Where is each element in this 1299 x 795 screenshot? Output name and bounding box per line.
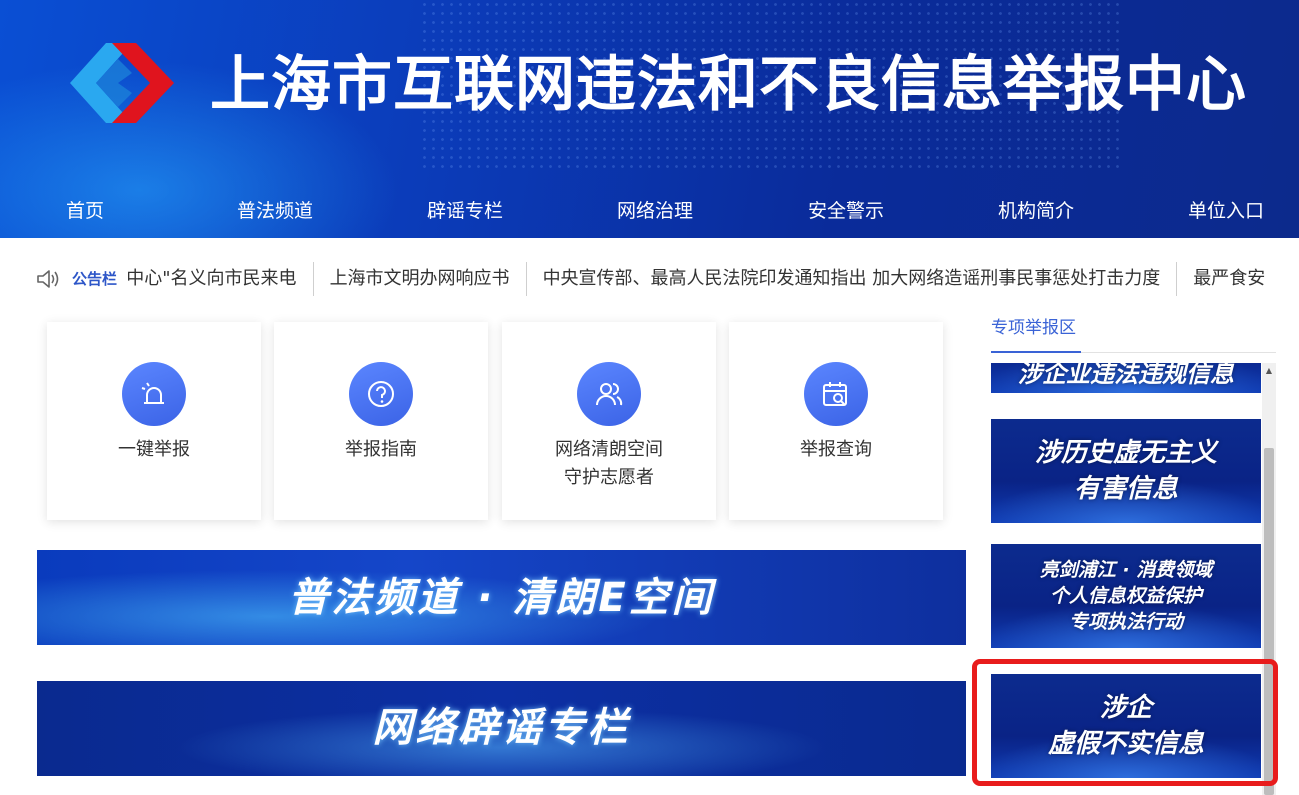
- card-label: 举报指南: [345, 439, 417, 460]
- notice-bar: 公告栏 冒用"市互联网举报中心"名义向市民来电上海市文明办网响应书中央宣传部、最…: [36, 262, 1276, 296]
- special-report-text: 涉历史虚无主义 有害信息: [1034, 438, 1217, 504]
- notice-item[interactable]: 冒用"市互联网举报中心"名义向市民来电: [128, 262, 314, 296]
- notice-item[interactable]: 最严食安: [1177, 262, 1276, 296]
- special-report-historical-nihilism[interactable]: 涉历史虚无主义 有害信息: [991, 419, 1261, 523]
- nav-rumor-refutation[interactable]: 辟谣专栏: [427, 190, 503, 232]
- alarm-icon: [122, 362, 186, 426]
- nav-legal-channel[interactable]: 普法频道: [237, 190, 313, 232]
- volunteers-icon: [577, 362, 641, 426]
- side-panel-title[interactable]: 专项举报区: [991, 314, 1076, 344]
- nav-about[interactable]: 机构简介: [998, 190, 1074, 232]
- banner-text: 网络辟谣专栏: [372, 705, 631, 751]
- special-report-consumer-privacy[interactable]: 亮剑浦江 · 消费领域 个人信息权益保护 专项执法行动: [991, 544, 1261, 648]
- card-volunteers[interactable]: 网络清朗空间 守护志愿者: [502, 322, 716, 520]
- banner-rumor-column[interactable]: 网络辟谣专栏: [37, 681, 966, 776]
- nav-network-governance[interactable]: 网络治理: [617, 190, 693, 232]
- card-label: 举报查询: [800, 439, 872, 460]
- notice-ticker: 冒用"市互联网举报中心"名义向市民来电上海市文明办网响应书中央宣传部、最高人民法…: [128, 262, 1276, 296]
- scroll-up-arrow-icon[interactable]: ▲: [1262, 365, 1276, 377]
- card-label: 网络清朗空间 守护志愿者: [555, 439, 663, 488]
- question-icon: [349, 362, 413, 426]
- card-one-click-report[interactable]: 一键举报: [47, 322, 261, 520]
- banner-text: 普法频道 · 清朗E空间: [288, 575, 715, 621]
- notice-item[interactable]: 中央宣传部、最高人民法院印发通知指出 加大网络造谣刑事民事惩处打击力度: [527, 262, 1178, 296]
- notice-label: 公告栏: [72, 270, 118, 288]
- card-label: 一键举报: [118, 439, 190, 460]
- site-title: 上海市互联网违法和不良信息举报中心: [210, 50, 1247, 120]
- speaker-icon: [37, 270, 59, 288]
- highlight-box: [972, 659, 1278, 786]
- card-report-query[interactable]: 举报查询: [729, 322, 943, 520]
- nav-safety-warning[interactable]: 安全警示: [808, 190, 884, 232]
- special-report-text: 涉企业违法违规信息: [1018, 363, 1234, 388]
- banner-legal-channel[interactable]: 普法频道 · 清朗E空间: [37, 550, 966, 645]
- notice-item[interactable]: 上海市文明办网响应书: [314, 262, 527, 296]
- special-report-text: 亮剑浦江 · 消费领域 个人信息权益保护 专项执法行动: [1039, 559, 1213, 633]
- side-title-underline: [991, 351, 1081, 353]
- nav-unit-entry[interactable]: 单位入口: [1188, 190, 1264, 232]
- calendar-search-icon: [804, 362, 868, 426]
- site-logo-icon[interactable]: [66, 35, 178, 131]
- card-report-guide[interactable]: 举报指南: [274, 322, 488, 520]
- site-header: 上海市互联网违法和不良信息举报中心 首页 普法频道 辟谣专栏 网络治理 安全警示…: [0, 0, 1299, 238]
- main-nav: 首页 普法频道 辟谣专栏 网络治理 安全警示 机构简介 单位入口: [0, 190, 1299, 232]
- special-report-enterprise-illegal[interactable]: 涉企业违法违规信息: [991, 363, 1261, 393]
- nav-home[interactable]: 首页: [66, 190, 104, 232]
